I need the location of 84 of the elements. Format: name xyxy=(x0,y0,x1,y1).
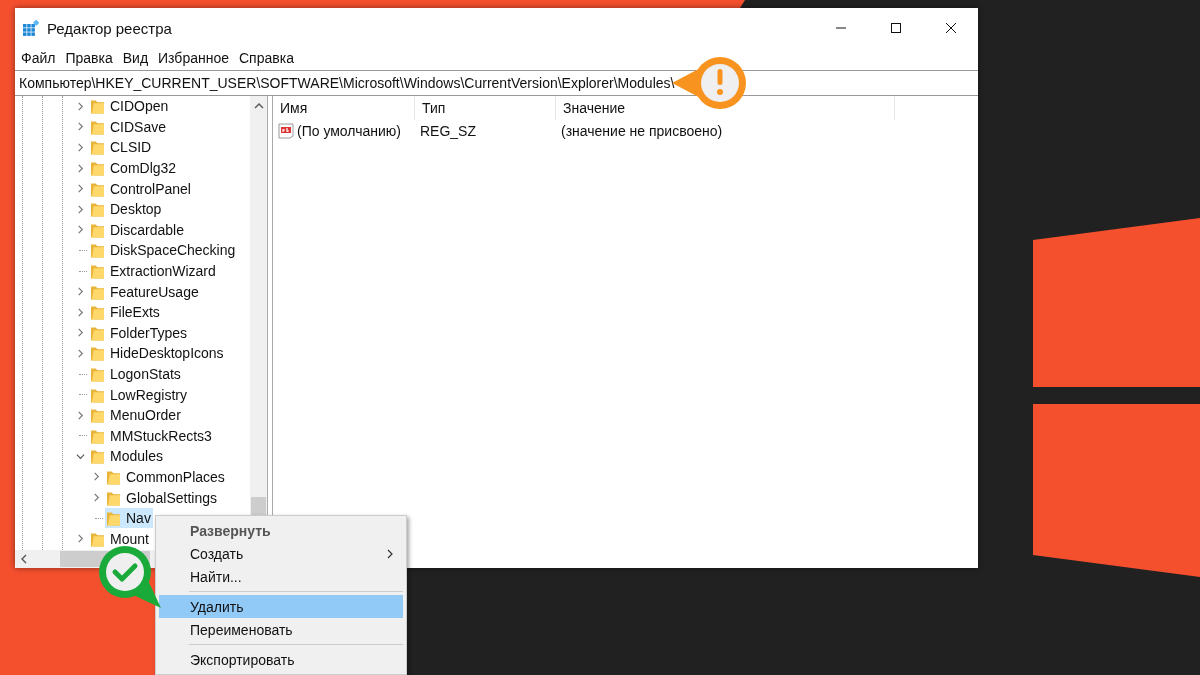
table-cell-text: (значение не присвоено) xyxy=(560,123,723,139)
menu-item[interactable]: Развернуть xyxy=(159,519,403,542)
folder-icon xyxy=(91,98,104,115)
tree-item[interactable]: Nav xyxy=(105,508,153,529)
expand-icon[interactable] xyxy=(75,184,85,194)
menu-item[interactable]: Вид xyxy=(117,48,154,68)
tree-item[interactable]: FileExts xyxy=(89,302,162,323)
tree-item[interactable]: Mount xyxy=(89,528,151,549)
folder-icon xyxy=(91,304,104,321)
menu-item[interactable]: Правка xyxy=(60,48,118,68)
menu-item[interactable]: Удалить xyxy=(159,595,403,618)
tree-item[interactable]: Desktop xyxy=(89,199,164,220)
menu-item[interactable]: Экспортировать xyxy=(159,648,403,671)
menu-item[interactable]: Переименовать xyxy=(159,618,403,641)
folder-icon xyxy=(91,530,104,547)
folder-icon xyxy=(91,386,104,403)
tree-item[interactable]: Modules xyxy=(89,446,165,467)
folder-icon xyxy=(91,448,104,465)
expand-icon[interactable] xyxy=(75,410,85,420)
folder-icon xyxy=(91,160,104,177)
tree-item[interactable]: CLSID xyxy=(89,137,154,158)
expand-icon[interactable] xyxy=(75,101,85,111)
menu-item[interactable]: Избранное xyxy=(153,48,234,68)
expand-icon[interactable] xyxy=(75,307,85,317)
folder-icon xyxy=(91,324,104,341)
address-field[interactable]: Компьютер\HKEY_CURRENT_USER\SOFTWARE\Microsoft\Windows\CurrentVersion\Explorer\Modules\ xyxy=(15,70,978,96)
folder-icon xyxy=(91,180,104,197)
tree-item[interactable]: MenuOrder xyxy=(89,405,183,426)
tree-item[interactable]: FolderTypes xyxy=(89,322,190,343)
expand-icon[interactable] xyxy=(75,143,85,152)
tree-item[interactable]: CommonPlaces xyxy=(105,467,227,487)
folder-icon xyxy=(91,366,104,382)
tree-item[interactable]: GlobalSettings xyxy=(105,487,220,508)
column-header[interactable]: Имя xyxy=(273,96,415,120)
folder-icon xyxy=(107,510,120,527)
column-header[interactable]: Тип xyxy=(415,96,556,120)
tree-item[interactable]: Discardable xyxy=(89,219,186,240)
folder-icon xyxy=(91,283,104,300)
menu-item[interactable]: Файл xyxy=(16,48,61,68)
menu-item[interactable]: Создать xyxy=(159,542,403,565)
folder-icon xyxy=(91,427,104,444)
scroll-left-icon xyxy=(21,554,27,564)
folder-icon xyxy=(91,139,104,156)
folder-icon xyxy=(107,469,120,485)
scroll-up-icon xyxy=(254,103,264,109)
tree-item[interactable]: LogonStats xyxy=(89,364,183,384)
folder-icon xyxy=(91,221,104,238)
tree-item[interactable]: CIDOpen xyxy=(89,96,171,117)
expand-icon[interactable] xyxy=(75,534,85,544)
expand-icon[interactable] xyxy=(91,472,101,482)
expand-icon[interactable] xyxy=(75,204,85,214)
tree-item[interactable]: ControlPanel xyxy=(89,178,193,199)
tree-item[interactable]: DiskSpaceChecking xyxy=(89,240,238,261)
collapse-icon[interactable] xyxy=(75,451,85,461)
folder-icon xyxy=(91,201,104,218)
maximize-icon xyxy=(889,22,902,34)
folder-icon xyxy=(91,407,104,424)
folder-icon xyxy=(91,242,104,259)
tree-item[interactable]: CIDSave xyxy=(89,116,169,137)
tree-item[interactable]: FeatureUsage xyxy=(89,281,201,302)
table-cell: (По умолчанию) xyxy=(297,123,401,139)
folder-icon xyxy=(91,263,104,280)
folder-icon xyxy=(107,489,120,506)
menu-item[interactable]: Найти... xyxy=(159,565,403,588)
folder-icon xyxy=(91,118,104,135)
expand-icon[interactable] xyxy=(75,287,85,297)
expand-icon[interactable] xyxy=(75,225,85,235)
window-title: Редактор реестра xyxy=(47,19,172,37)
expand-icon[interactable] xyxy=(75,348,85,358)
tree-item[interactable]: LowRegistry xyxy=(89,384,190,405)
tree-item[interactable]: ComDlg32 xyxy=(89,158,179,179)
table-cell-text: REG_SZ xyxy=(419,123,477,139)
expand-icon[interactable] xyxy=(75,122,85,132)
menu-item[interactable]: Справка xyxy=(234,48,299,68)
expand-icon[interactable] xyxy=(75,163,85,173)
close-icon xyxy=(944,22,957,34)
tree-item[interactable]: MMStuckRects3 xyxy=(89,425,214,446)
app-icon xyxy=(23,20,39,36)
expand-icon[interactable] xyxy=(91,493,101,503)
string-value-icon xyxy=(278,123,294,139)
tree-item[interactable]: ExtractionWizard xyxy=(89,261,218,282)
tree-item[interactable]: HideDesktopIcons xyxy=(89,343,226,364)
expand-icon[interactable] xyxy=(75,328,85,338)
folder-icon xyxy=(91,345,104,362)
